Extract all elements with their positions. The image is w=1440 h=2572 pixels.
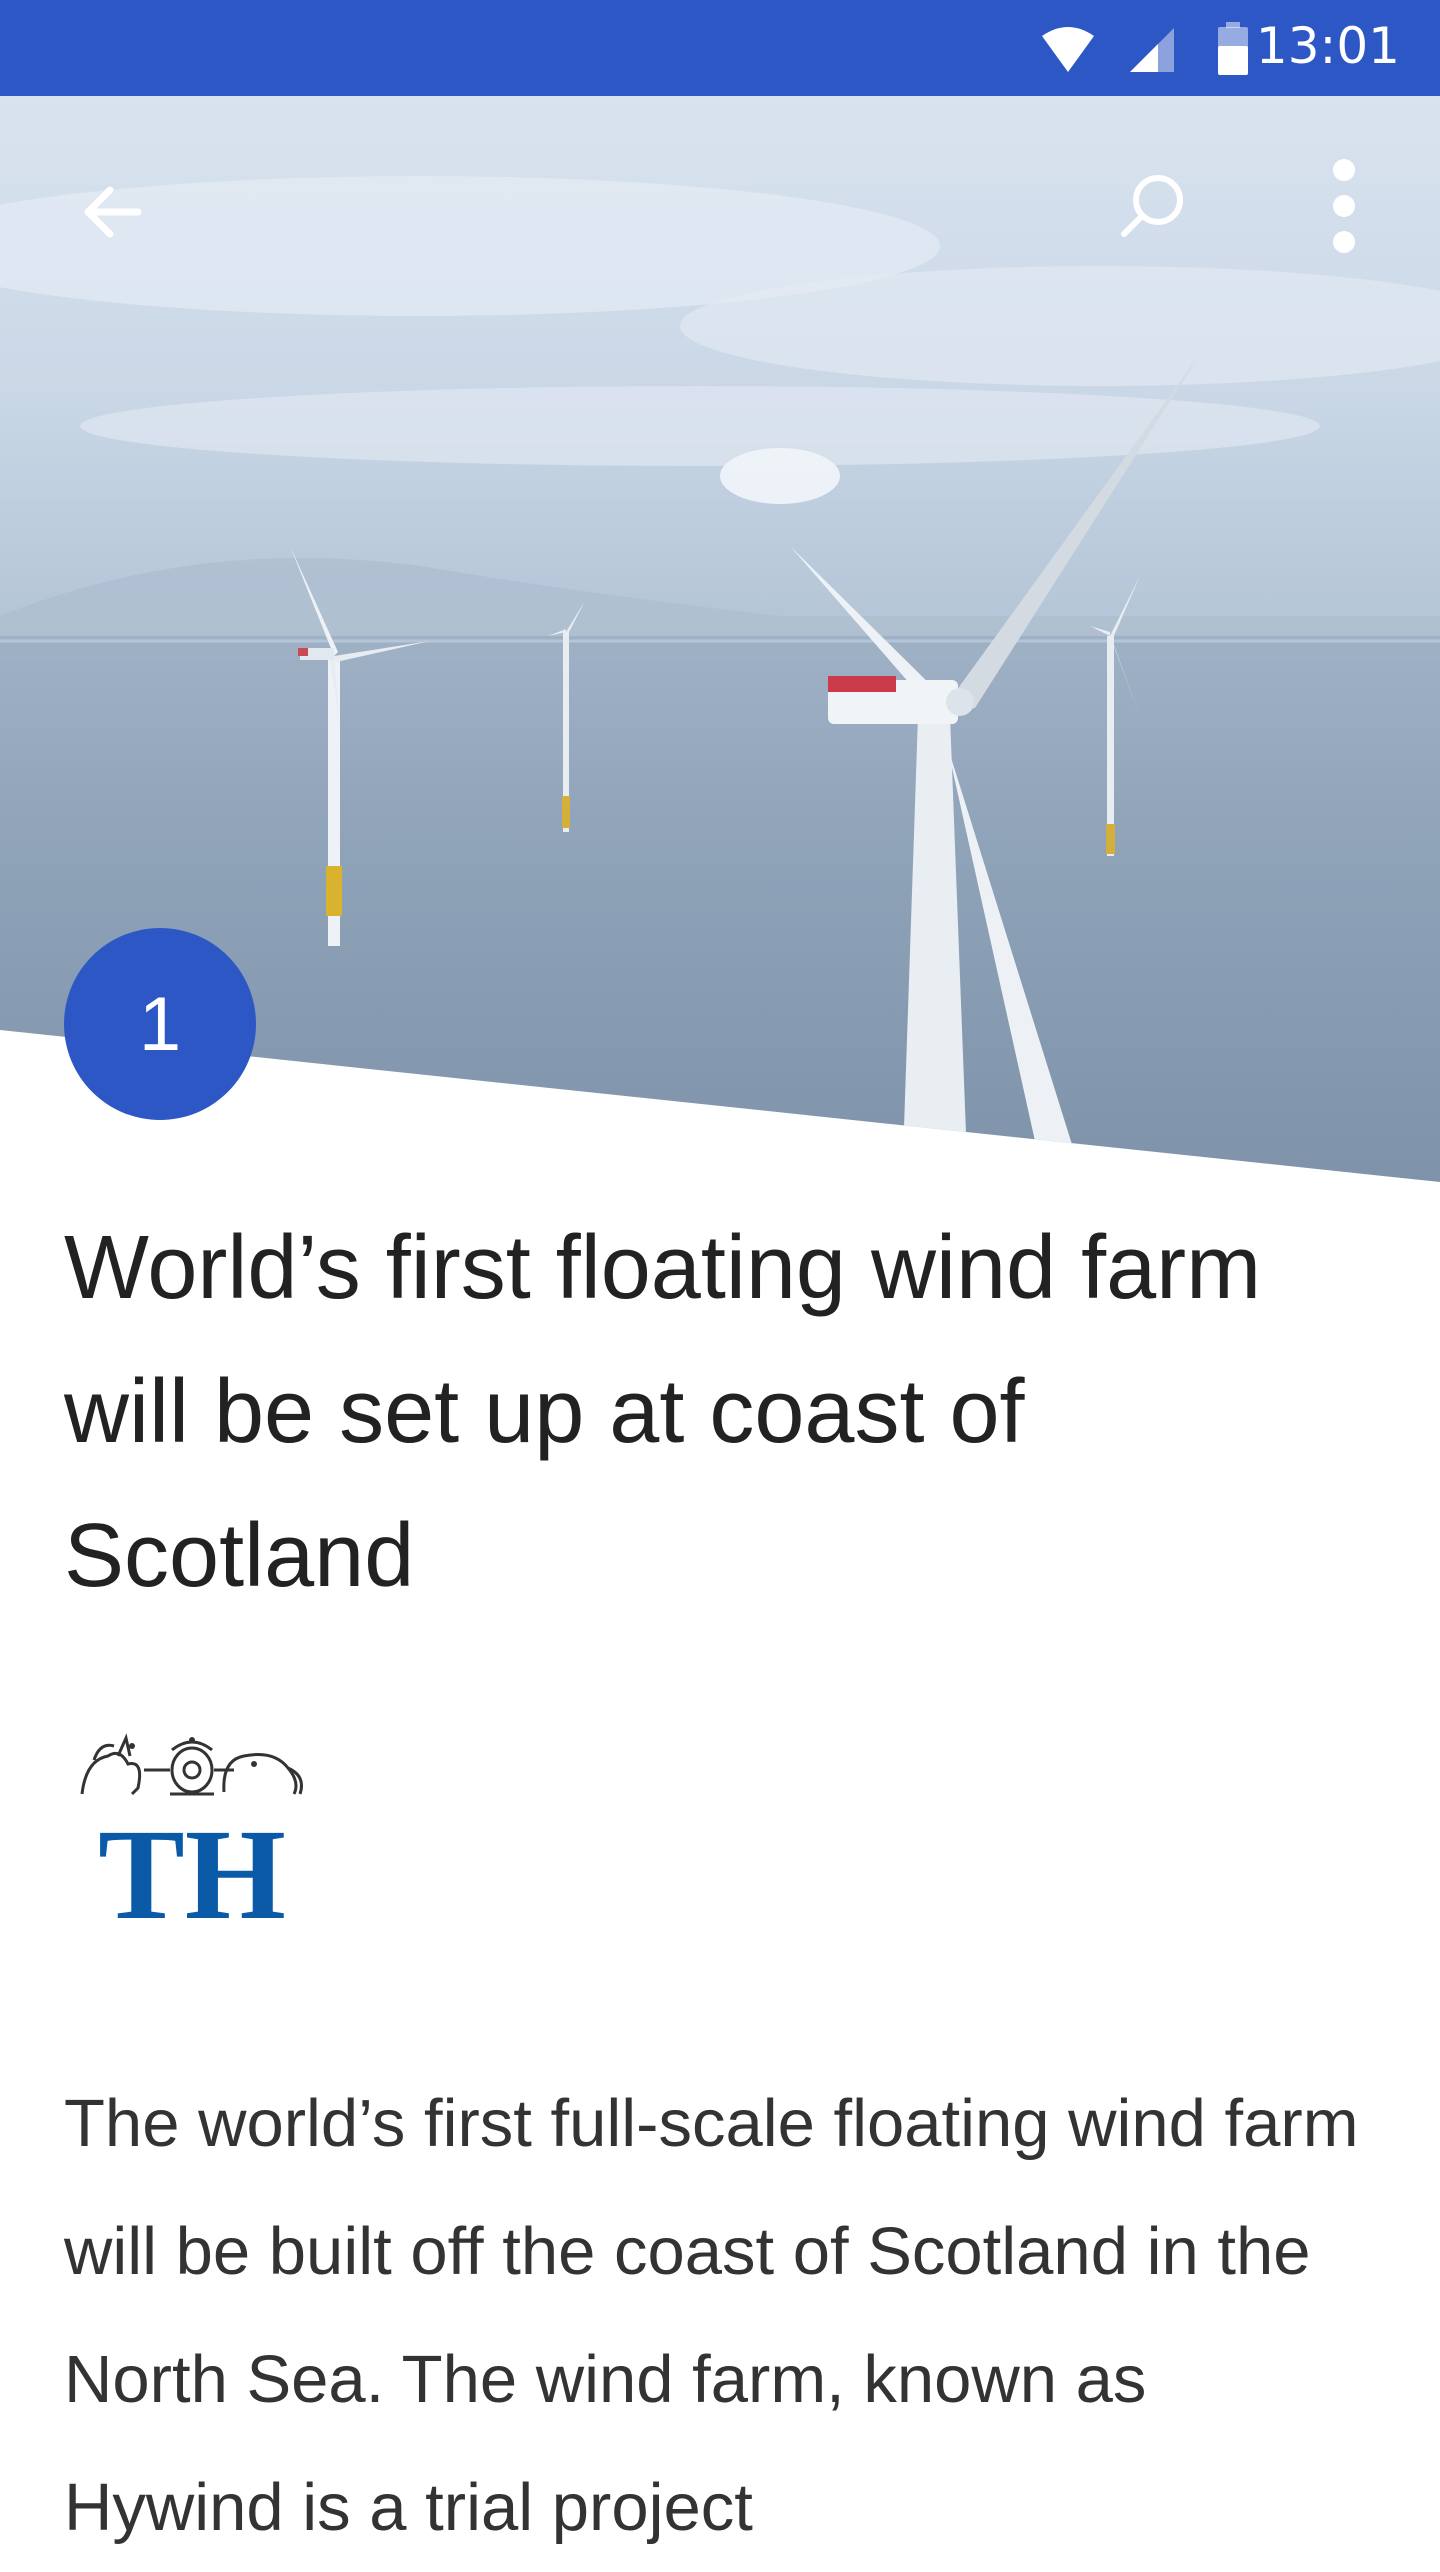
search-button[interactable] — [1092, 146, 1212, 266]
article-headline: World’s first floating wind farm will be… — [64, 1218, 1262, 1606]
rank-badge: 1 — [64, 928, 256, 1120]
more-vertical-icon — [1333, 159, 1355, 253]
more-options-button[interactable] — [1284, 146, 1404, 266]
cellular-signal-icon — [1128, 26, 1176, 78]
battery-icon — [1216, 22, 1250, 80]
search-icon — [1121, 175, 1183, 237]
rank-number: 1 — [138, 981, 182, 1067]
wifi-icon — [1040, 26, 1096, 78]
the-hindu-logo: TH — [80, 1733, 303, 1947]
article-body: The world’s first full-scale floating wi… — [64, 2086, 1359, 2545]
source-logo[interactable]: TH — [74, 1730, 310, 1947]
source-logo-text: TH — [98, 1803, 286, 1926]
arrow-back-icon — [84, 186, 142, 238]
back-button[interactable] — [52, 152, 172, 272]
status-time: 13:01 — [1255, 17, 1400, 75]
status-bar: 13:01 — [0, 0, 1440, 96]
